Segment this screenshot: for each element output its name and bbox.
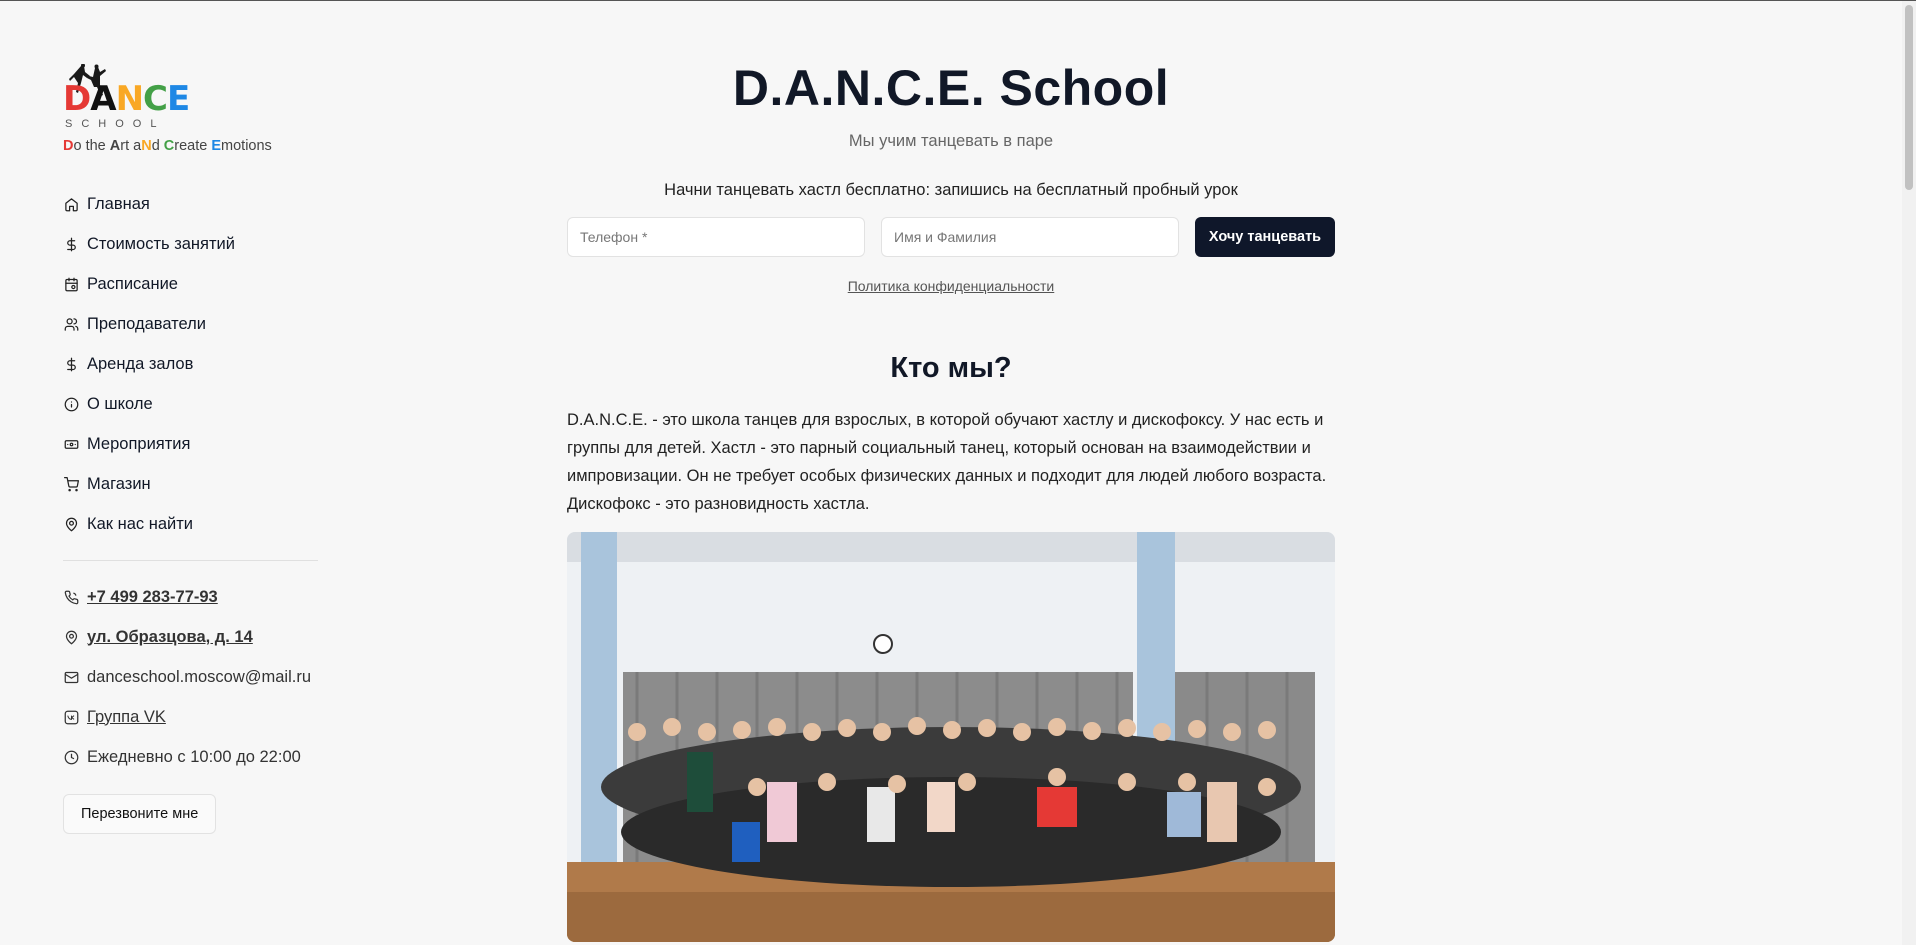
tagline-fragment: reate: [174, 138, 212, 154]
page-subtitle: Мы учим танцевать в паре: [848, 132, 1054, 150]
logo-subword: SCHOOL: [65, 118, 166, 130]
logo-wordmark: DANCE: [63, 79, 190, 119]
nav-item-label: О школе: [87, 394, 153, 413]
nav-item[interactable]: Аренда залов: [63, 344, 323, 384]
ticket-icon: [63, 436, 79, 452]
home-icon: [63, 196, 79, 212]
nav-item[interactable]: Магазин: [63, 464, 323, 504]
vk-link[interactable]: Группа VK: [87, 708, 166, 727]
dollar-icon: [63, 356, 79, 372]
nav-item[interactable]: Стоимость занятий: [63, 224, 323, 264]
group-photo: [567, 532, 1335, 942]
mail-icon: [63, 669, 79, 685]
privacy-row: Политика конфиденциальности: [567, 278, 1335, 294]
tagline-fragment: N: [141, 138, 152, 154]
dollar-icon: [63, 236, 79, 252]
nav-item[interactable]: Главная: [63, 184, 323, 224]
sidebar: DANCE SCHOOL Do the Art aNd Create Emoti…: [63, 62, 323, 834]
logo-letter: E: [166, 79, 190, 119]
nav-item-label: Мероприятия: [87, 434, 191, 453]
main-nav: Главная Стоимость занятий Расписание Препод…: [63, 184, 323, 544]
nav-item-label: Магазин: [87, 474, 151, 493]
nav-item-label: Преподаватели: [87, 314, 207, 333]
nav-item-label: Аренда залов: [87, 354, 194, 373]
window-top-border: [0, 0, 1916, 1]
cart-icon: [63, 476, 79, 492]
calendar-icon: [63, 276, 79, 292]
map-pin-icon: [63, 516, 79, 532]
nav-item-label: Стоимость занятий: [87, 234, 235, 253]
nav-item-label: Как нас найти: [87, 514, 193, 533]
tagline-fragment: motions: [221, 138, 272, 154]
main-content: D.A.N.C.E. School Мы учим танцевать в па…: [567, 58, 1335, 942]
nav-item-label: Главная: [87, 194, 150, 213]
vk-icon: [63, 709, 79, 725]
phone-icon: [63, 589, 79, 605]
contact-phone: +7 499 283-77-93: [63, 577, 323, 617]
nav-item[interactable]: О школе: [63, 384, 323, 424]
school-logo[interactable]: DANCE SCHOOL: [63, 62, 193, 132]
about-section-title: Кто мы?: [890, 352, 1012, 384]
contact-address: ул. Образцова, д. 14: [63, 617, 323, 657]
sidebar-divider: [63, 560, 318, 561]
info-icon: [63, 396, 79, 412]
nav-item[interactable]: Как нас найти: [63, 504, 323, 544]
nav-item-label: Расписание: [87, 274, 178, 293]
contact-hours: Ежедневно с 10:00 до 22:00: [63, 737, 323, 777]
logo-tagline: Do the Art aNd Create Emotions: [63, 138, 323, 154]
trial-lesson-text: Начни танцевать хастл бесплатно: запишис…: [664, 181, 1238, 199]
page-scrollbar[interactable]: [1902, 1, 1916, 945]
clock-icon: [63, 749, 79, 765]
signup-form: Хочу танцевать: [567, 217, 1335, 257]
tagline-fragment: A: [109, 138, 121, 154]
logo-letter: C: [143, 79, 168, 119]
want-to-dance-button[interactable]: Хочу танцевать: [1195, 217, 1335, 257]
nav-item[interactable]: Преподаватели: [63, 304, 323, 344]
phone-link[interactable]: +7 499 283-77-93: [87, 588, 218, 607]
nav-item[interactable]: Расписание: [63, 264, 323, 304]
logo-letter: N: [115, 79, 144, 119]
logo-letter: A: [90, 79, 116, 119]
group-photo-illustration: [567, 532, 1335, 942]
hours-text: Ежедневно с 10:00 до 22:00: [87, 747, 301, 766]
address-link[interactable]: ул. Образцова, д. 14: [87, 628, 253, 647]
contact-vk: Группа VK: [63, 697, 323, 737]
tagline-fragment: rt a: [120, 138, 142, 154]
nav-item[interactable]: Мероприятия: [63, 424, 323, 464]
tagline-fragment: d: [151, 138, 164, 154]
users-icon: [63, 316, 79, 332]
page-title: D.A.N.C.E. School: [732, 60, 1170, 116]
scrollbar-thumb[interactable]: [1905, 5, 1913, 190]
privacy-policy-link[interactable]: Политика конфиденциальности: [848, 278, 1055, 294]
callback-button[interactable]: Перезвоните мне: [63, 794, 217, 834]
map-pin-icon: [63, 629, 79, 645]
contacts-list: +7 499 283-77-93 ул. Образцова, д. 14 da…: [63, 577, 323, 777]
phone-input[interactable]: [567, 217, 865, 257]
about-text: D.A.N.C.E. - это школа танцев для взросл…: [567, 411, 1327, 513]
name-input[interactable]: [881, 217, 1179, 257]
tagline-fragment: D: [63, 138, 74, 154]
logo-letter: D: [63, 79, 91, 119]
contact-email: danceschool.moscow@mail.ru: [63, 657, 323, 697]
tagline-fragment: E: [211, 138, 222, 154]
email-text: danceschool.moscow@mail.ru: [87, 667, 312, 686]
tagline-fragment: C: [163, 138, 175, 154]
tagline-fragment: o the: [73, 138, 110, 154]
